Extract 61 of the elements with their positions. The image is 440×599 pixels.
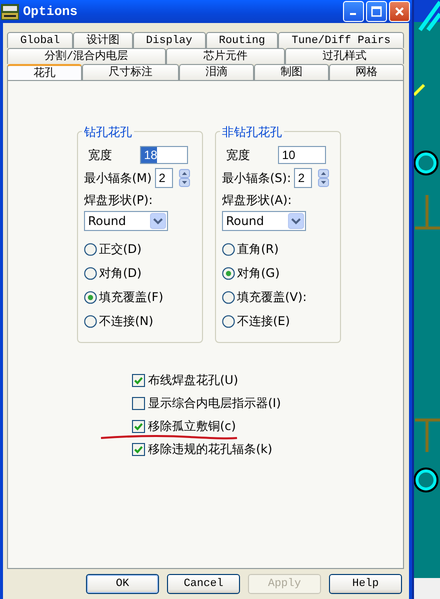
checkbox[interactable] bbox=[132, 442, 145, 456]
spinner-icon[interactable] bbox=[178, 169, 190, 187]
radio-button[interactable] bbox=[222, 314, 235, 328]
dropdown[interactable]: Round bbox=[84, 211, 168, 231]
checkbox-option[interactable]: 移除孤立敷铜(c) bbox=[132, 418, 403, 434]
radio-option[interactable]: 填充覆盖(F) bbox=[84, 289, 202, 305]
maximize-button[interactable] bbox=[366, 1, 387, 22]
tab[interactable]: Display bbox=[132, 32, 206, 48]
field-label: 焊盘形状(A): bbox=[222, 192, 293, 209]
tab[interactable]: 分割/混合内电层 bbox=[7, 48, 166, 64]
tab[interactable]: 网格 bbox=[329, 64, 404, 81]
field-label: 宽度 bbox=[87, 146, 113, 164]
tab[interactable]: 花孔 bbox=[7, 64, 82, 81]
minimize-button[interactable] bbox=[343, 1, 364, 22]
field-label: 最小辐条(S): bbox=[222, 170, 292, 186]
radio-button[interactable] bbox=[84, 314, 97, 328]
tab[interactable]: 尺寸标注 bbox=[82, 64, 179, 81]
radio-button[interactable] bbox=[84, 242, 97, 256]
radio-option[interactable]: 正交(D) bbox=[84, 241, 202, 257]
tab[interactable]: 过孔样式 bbox=[284, 48, 404, 64]
checkbox-option[interactable]: 布线焊盘花孔(U) bbox=[132, 372, 403, 388]
dropdown[interactable]: Round bbox=[222, 211, 306, 231]
tab[interactable]: 制图 bbox=[254, 64, 329, 81]
tab[interactable]: Global bbox=[7, 32, 74, 48]
radio-button[interactable] bbox=[84, 290, 97, 304]
dialog-button[interactable]: OK bbox=[86, 574, 159, 594]
tab[interactable]: Routing bbox=[206, 32, 278, 48]
tab[interactable]: Tune/Diff Pairs bbox=[278, 32, 404, 48]
input-field[interactable]: 10 bbox=[278, 146, 326, 164]
spinner-icon[interactable] bbox=[318, 169, 330, 187]
input-field[interactable]: 18 bbox=[140, 146, 188, 164]
radio-option[interactable]: 对角(D) bbox=[84, 265, 202, 281]
app-icon bbox=[1, 4, 19, 20]
checkbox-option[interactable]: 移除违规的花孔辐条(k) bbox=[132, 441, 403, 457]
dialog-button[interactable]: Cancel bbox=[167, 574, 240, 594]
radio-option[interactable]: 直角(R) bbox=[222, 241, 340, 257]
radio-button[interactable] bbox=[84, 266, 97, 280]
input-field[interactable]: 2 bbox=[294, 168, 312, 188]
close-icon[interactable] bbox=[394, 6, 405, 17]
window-title: Options bbox=[23, 4, 78, 19]
checkbox[interactable] bbox=[132, 396, 145, 410]
checkbox[interactable] bbox=[132, 374, 145, 386]
radio-button[interactable] bbox=[222, 266, 235, 280]
radio-option[interactable]: 不连接(N) bbox=[84, 313, 202, 329]
field-label: 宽度 bbox=[225, 146, 251, 164]
radio-option[interactable]: 不连接(E) bbox=[222, 313, 340, 329]
field-label: 最小辐条(M) bbox=[84, 170, 152, 186]
radio-option[interactable]: 填充覆盖(V): bbox=[222, 289, 340, 305]
input-field[interactable]: 2 bbox=[154, 168, 173, 188]
radio-option[interactable]: 对角(G) bbox=[222, 265, 340, 281]
tab[interactable]: 泪滴 bbox=[179, 64, 254, 81]
field-label: 焊盘形状(P): bbox=[84, 192, 154, 209]
checkbox[interactable] bbox=[132, 420, 145, 432]
dialog-button[interactable]: Help bbox=[329, 574, 402, 594]
tab[interactable]: 设计图 bbox=[73, 32, 133, 48]
maximize-icon[interactable] bbox=[371, 6, 382, 17]
close-button[interactable] bbox=[389, 1, 410, 22]
checkbox-option[interactable]: 显示综合内电层指示器(I) bbox=[132, 395, 403, 411]
radio-button[interactable] bbox=[222, 242, 235, 256]
radio-button[interactable] bbox=[222, 290, 235, 304]
tab[interactable]: 芯片元件 bbox=[166, 48, 285, 64]
